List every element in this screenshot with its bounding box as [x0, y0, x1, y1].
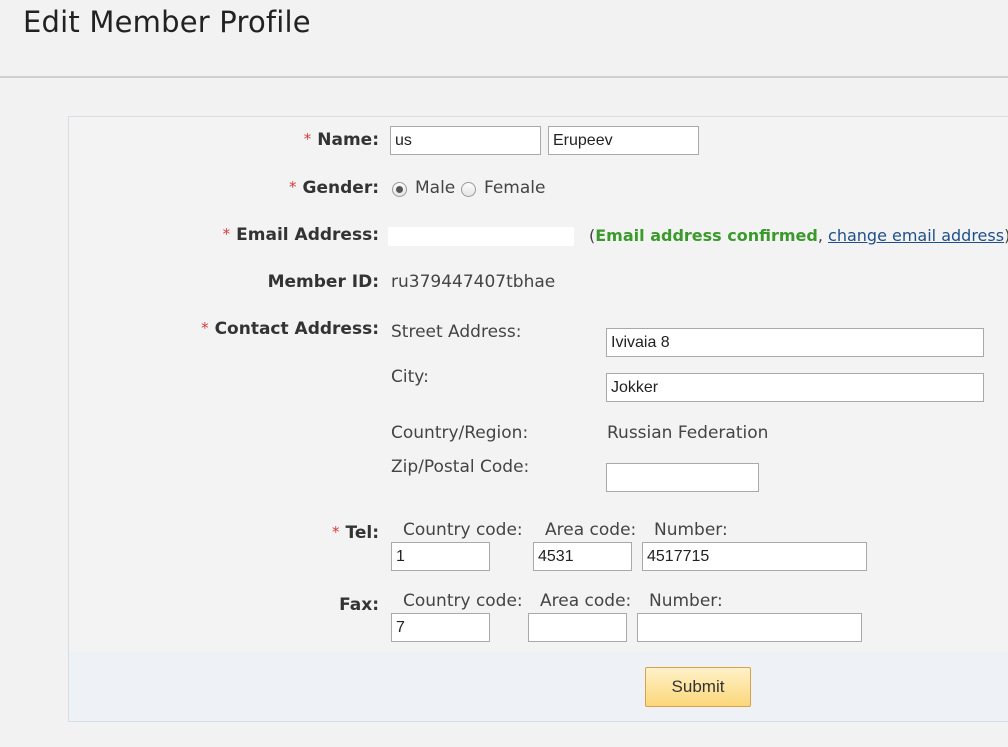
change-email-link[interactable]: change email address: [828, 226, 1004, 245]
tel-area-code-label: Area code:: [545, 520, 637, 540]
gender-male-label[interactable]: Male: [415, 178, 455, 198]
fax-number-input[interactable]: [637, 613, 862, 642]
required-marker: *: [222, 225, 231, 243]
tel-area-code-input[interactable]: [533, 542, 632, 571]
submit-area: [69, 652, 1008, 721]
email-status: (Email address confirmed, change email a…: [589, 226, 1008, 245]
gender-female-radio[interactable]: [461, 182, 476, 197]
title-divider: [0, 76, 1008, 78]
street-address-label: Street Address:: [391, 322, 522, 342]
city-label: City:: [391, 367, 429, 387]
fax-country-code-label: Country code:: [403, 591, 523, 611]
email-confirmed-text: Email address confirmed: [595, 226, 818, 245]
tel-country-code-label: Country code:: [403, 520, 523, 540]
required-marker: *: [332, 523, 340, 541]
first-name-input[interactable]: [390, 126, 541, 155]
gender-male-radio[interactable]: [392, 182, 407, 197]
zip-code-input[interactable]: [606, 463, 759, 492]
fax-area-code-input[interactable]: [528, 613, 627, 642]
gender-female-label[interactable]: Female: [484, 178, 545, 198]
gender-label: * Gender:: [289, 178, 379, 198]
required-marker: *: [303, 130, 312, 148]
email-label: * Email Address:: [222, 225, 379, 245]
tel-number-input[interactable]: [642, 542, 867, 571]
member-id-label: Member ID:: [267, 272, 379, 292]
submit-button[interactable]: Submit: [645, 667, 751, 707]
email-value-redacted: [388, 227, 574, 246]
name-label: * Name:: [303, 130, 379, 150]
page-title: Edit Member Profile: [23, 5, 311, 39]
fax-area-code-label: Area code:: [540, 591, 632, 611]
contact-address-label: * Contact Address:: [201, 319, 379, 339]
required-marker: *: [201, 319, 209, 337]
tel-country-code-input[interactable]: [391, 542, 490, 571]
street-address-input[interactable]: [606, 328, 984, 357]
member-id-value: ru379447407tbhae: [391, 272, 556, 292]
required-marker: *: [289, 178, 297, 196]
fax-country-code-input[interactable]: [391, 613, 490, 642]
country-region-label: Country/Region:: [391, 423, 529, 443]
fax-label: Fax:: [339, 595, 379, 615]
city-input[interactable]: [606, 373, 984, 402]
country-region-value: Russian Federation: [607, 423, 769, 443]
tel-number-label: Number:: [654, 520, 728, 540]
last-name-input[interactable]: [548, 126, 699, 155]
tel-label: * Tel:: [332, 523, 379, 543]
fax-number-label: Number:: [649, 591, 723, 611]
zip-code-label: Zip/Postal Code:: [391, 457, 530, 477]
